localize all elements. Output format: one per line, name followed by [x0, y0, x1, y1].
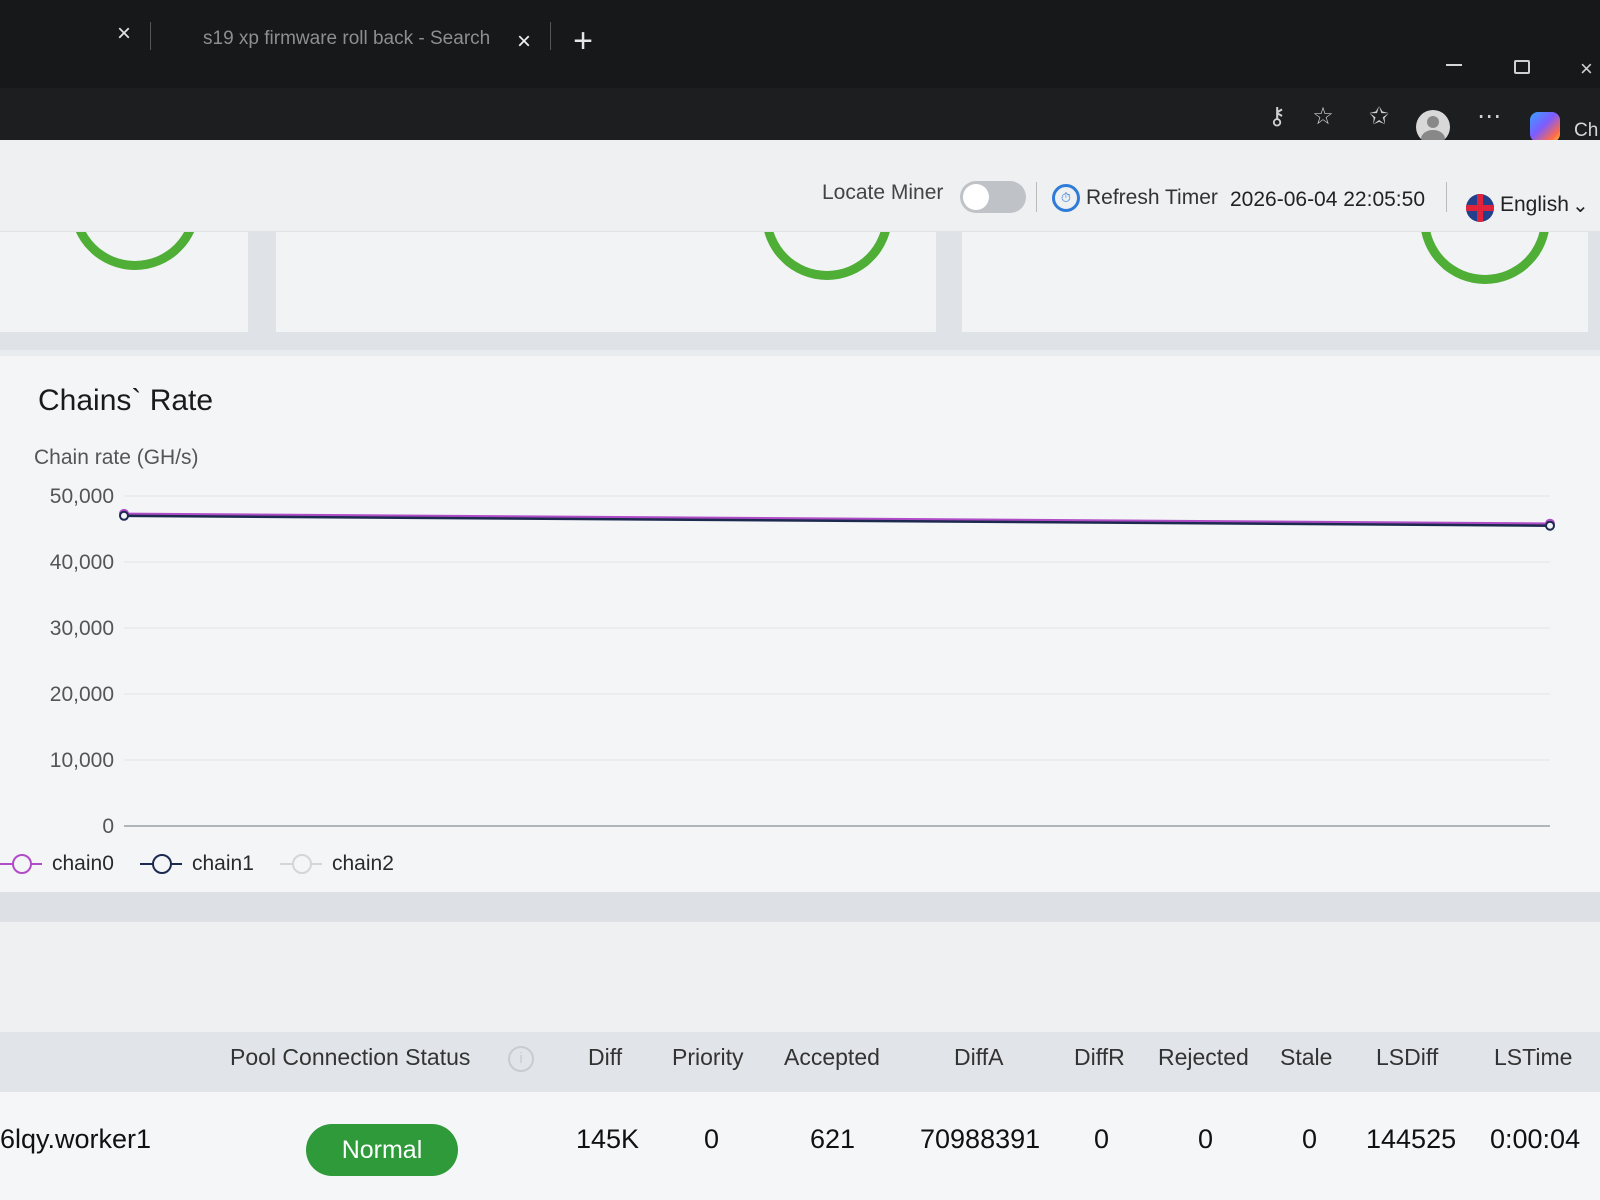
gauge-ring	[1393, 232, 1577, 292]
tab-title[interactable]: s19 xp firmware roll back - Search	[203, 28, 490, 50]
series-line-chain1	[123, 514, 1551, 527]
col-diffr: DiffR	[1074, 1044, 1125, 1070]
header-separator	[1446, 182, 1447, 212]
cell-lstime: 0:00:04	[1490, 1124, 1581, 1154]
copilot-icon[interactable]	[1530, 112, 1560, 142]
cell-accepted: 621	[810, 1124, 856, 1154]
window-close-icon[interactable]: ×	[1580, 56, 1593, 82]
gauge-ring	[43, 232, 227, 292]
header-separator	[1036, 182, 1037, 212]
chevron-down-icon[interactable]: ⌄	[1572, 193, 1589, 218]
locate-miner-label: Locate Miner	[822, 181, 944, 204]
chart-y-axis-label: Chain rate (GH/s)	[34, 446, 199, 469]
y-tick-label: 20,000	[50, 683, 114, 706]
cell-lsdiff: 144525	[1366, 1124, 1457, 1154]
favorites-icon[interactable]: ✩	[1366, 104, 1392, 130]
locate-miner-toggle[interactable]	[960, 181, 1026, 213]
legend-marker-icon	[0, 854, 42, 874]
series-line-chain0	[123, 512, 1551, 525]
browser-toolbar	[0, 88, 1600, 140]
more-icon[interactable]: ⋯	[1476, 104, 1502, 130]
cell-diff: 145K	[576, 1124, 640, 1154]
restore-icon[interactable]	[1514, 60, 1530, 74]
legend-label: chain1	[192, 852, 254, 875]
col-lsdiff: LSDiff	[1376, 1044, 1439, 1070]
cell-diffa: 70988391	[920, 1124, 1041, 1154]
legend-label: chain2	[332, 852, 394, 875]
gauge-clip	[0, 232, 1600, 292]
gauge-ring	[735, 232, 919, 292]
table-row	[0, 1092, 1600, 1200]
series-point-chain1	[119, 510, 129, 521]
minimize-icon[interactable]	[1446, 64, 1462, 66]
chain-rate-chart: 50,000 40,000 30,000 20,000 10,000 0	[50, 485, 1555, 838]
series-point-chain1	[1545, 520, 1555, 531]
legend-label: chain0	[52, 852, 114, 875]
tab-close-icon[interactable]: ×	[512, 30, 536, 54]
col-diffa: DiffA	[954, 1044, 1004, 1070]
col-lstime: LSTime	[1494, 1044, 1573, 1070]
status-badge: Normal	[306, 1124, 458, 1176]
timer-icon: ⏱	[1052, 184, 1080, 212]
chart-grid	[124, 495, 1550, 827]
cell-rejected: 0	[1198, 1124, 1214, 1154]
legend-marker-icon	[140, 854, 182, 874]
key-icon[interactable]: ⚷	[1264, 104, 1290, 130]
y-tick-label: 0	[102, 815, 114, 838]
legend-marker-icon	[280, 854, 322, 874]
col-pool-connection-status: Pool Connection Status	[230, 1044, 471, 1070]
language-selector[interactable]: English	[1500, 193, 1569, 217]
uk-flag-icon[interactable]	[1466, 194, 1494, 222]
y-tick-label: 30,000	[50, 617, 114, 640]
cell-diffr: 0	[1094, 1124, 1110, 1154]
cell-stale: 0	[1302, 1124, 1318, 1154]
y-tick-label: 40,000	[50, 551, 114, 574]
copilot-label[interactable]: Ch	[1574, 120, 1598, 142]
section-divider	[0, 892, 1600, 922]
chart-series	[119, 508, 1555, 531]
y-tick-label: 10,000	[50, 749, 114, 772]
col-rejected: Rejected	[1158, 1044, 1249, 1070]
refresh-timer-label: Refresh Timer	[1086, 186, 1218, 209]
col-priority: Priority	[672, 1044, 744, 1070]
chart-title: Chains` Rate	[38, 384, 214, 417]
spacer-panel	[0, 922, 1600, 1032]
worker-name: 6lqy.worker1	[0, 1124, 152, 1154]
y-tick-label: 50,000	[50, 485, 114, 508]
chart-y-ticks: 50,000 40,000 30,000 20,000 10,000 0	[50, 485, 114, 838]
col-diff: Diff	[588, 1044, 623, 1070]
cell-priority: 0	[704, 1124, 720, 1154]
tab-close-icon[interactable]: ×	[112, 22, 136, 46]
col-accepted: Accepted	[784, 1044, 880, 1070]
profile-avatar[interactable]	[1416, 110, 1450, 144]
refresh-timer-value: 2026-06-04 22:05:50	[1230, 188, 1425, 211]
info-icon[interactable]: i	[508, 1046, 534, 1072]
app-header	[0, 140, 1600, 232]
tab-separator	[150, 22, 151, 50]
new-tab-icon[interactable]: +	[568, 24, 598, 58]
col-stale: Stale	[1280, 1044, 1333, 1070]
tab-separator	[550, 22, 551, 50]
star-icon[interactable]: ☆	[1310, 104, 1336, 130]
